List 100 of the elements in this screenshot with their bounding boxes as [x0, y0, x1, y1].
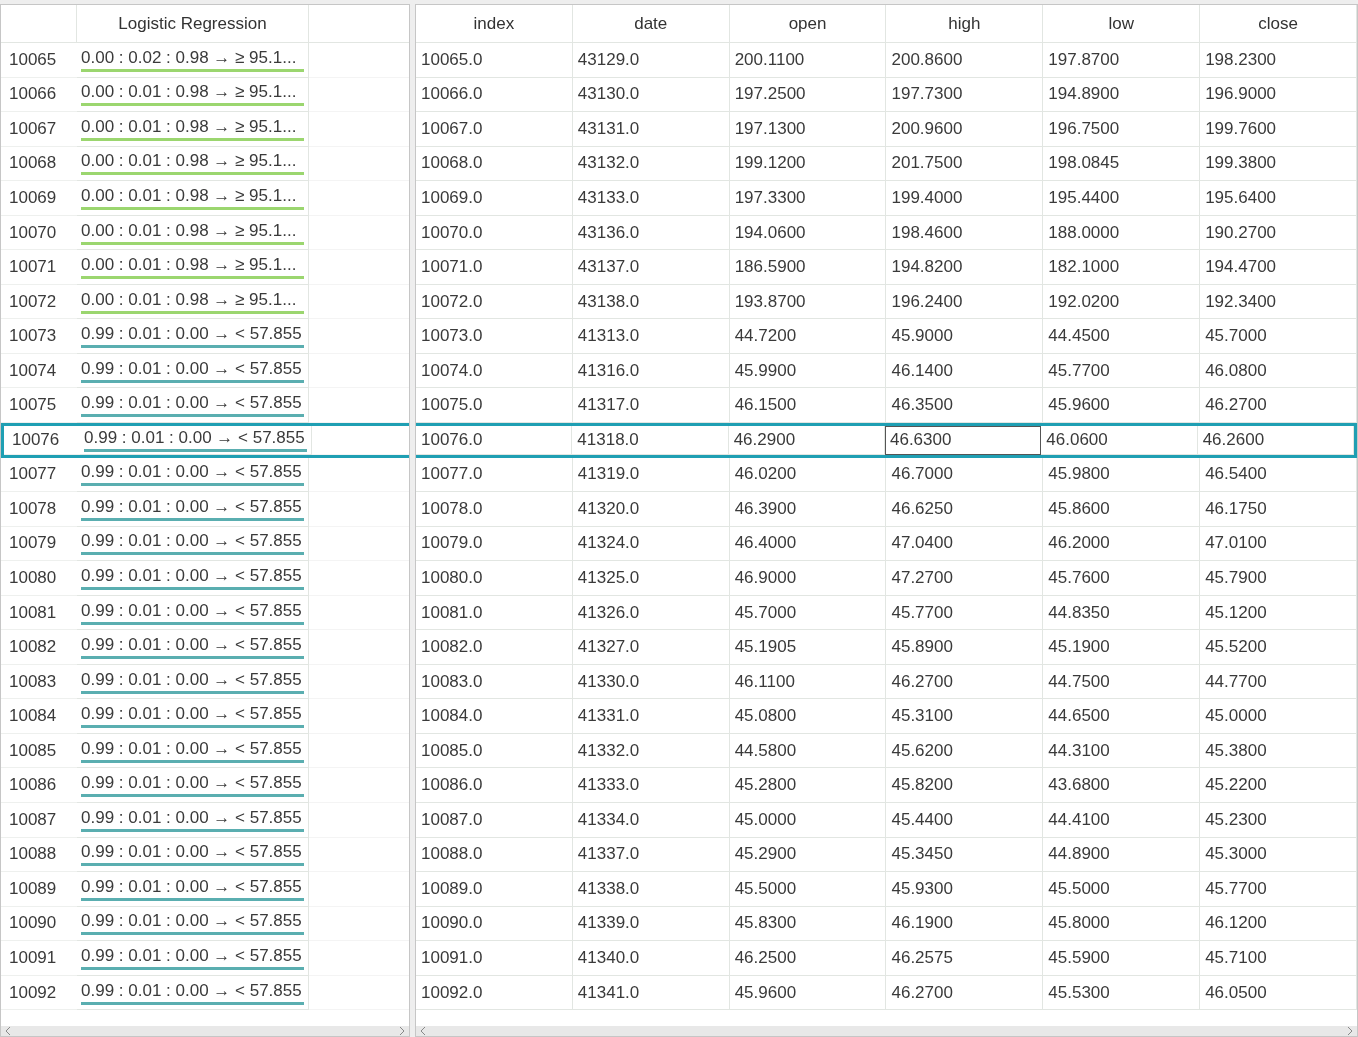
table-row[interactable]: 10076.0 41318.0 46.2900 46.6300 46.0600 46.2600: [416, 423, 1357, 458]
table-cell: 46.1100: [729, 664, 887, 700]
table-row[interactable]: 10067.0 43131.0 197.1300 200.9600 196.7500 199.7600: [416, 112, 1357, 147]
column-header[interactable]: close: [1200, 5, 1357, 43]
table-row[interactable]: 10066.0 43130.0 197.2500 197.7300 194.8900 196.9000: [416, 77, 1357, 113]
table-cell: 44.7700: [1200, 664, 1357, 700]
table-cell: 182.1000: [1043, 250, 1201, 285]
column-header[interactable]: index: [416, 5, 573, 43]
table-row[interactable]: 10073 0.99 : 0.01 : 0.00 → < 57.855: [1, 319, 409, 354]
table-row[interactable]: 10079.0 41324.0 46.4000 47.0400 46.2000 47.0100: [416, 526, 1357, 562]
table-row[interactable]: 10089 0.99 : 0.01 : 0.00 → < 57.855: [1, 872, 409, 907]
table-row[interactable]: 10084.0 41331.0 45.0800 45.3100 44.6500 45.0000: [416, 699, 1357, 734]
table-row[interactable]: 10067 0.00 : 0.01 : 0.98 → ≥ 95.1...: [1, 112, 409, 147]
table-row[interactable]: 10065.0 43129.0 200.1100 200.8600 197.8700 198.2300: [416, 43, 1357, 78]
table-row[interactable]: 10082.0 41327.0 45.1905 45.8900 45.1900 45.5200: [416, 630, 1357, 665]
table-row[interactable]: 10086.0 41333.0 45.2800 45.8200 43.6800 45.2200: [416, 768, 1357, 804]
table-row[interactable]: 10090 0.99 : 0.01 : 0.00 → < 57.855: [1, 906, 409, 942]
table-row[interactable]: 10070.0 43136.0 194.0600 198.4600 188.0000 190.2700: [416, 215, 1357, 251]
table-cell: 194.0600: [729, 215, 887, 251]
horizontal-scrollbar[interactable]: [1, 1026, 409, 1036]
prediction-text: 0.99 : 0.01 : 0.00 → < 57.855: [81, 496, 302, 517]
column-header[interactable]: high: [886, 5, 1044, 43]
table-row[interactable]: 10065 0.00 : 0.02 : 0.98 → ≥ 95.1...: [1, 43, 409, 78]
table-row[interactable]: 10077 0.99 : 0.01 : 0.00 → < 57.855: [1, 457, 409, 493]
table-cell: 45.7600: [1043, 561, 1201, 596]
table-row[interactable]: 10089.0 41338.0 45.5000 45.9300 45.5000 45.7700: [416, 872, 1357, 907]
table-cell: 192.0200: [1043, 284, 1201, 320]
table-row[interactable]: 10069 0.00 : 0.01 : 0.98 → ≥ 95.1...: [1, 181, 409, 216]
table-row[interactable]: 10080 0.99 : 0.01 : 0.00 → < 57.855: [1, 561, 409, 596]
table-row[interactable]: 10072.0 43138.0 193.8700 196.2400 192.0200 192.3400: [416, 284, 1357, 320]
table-row[interactable]: 10088.0 41337.0 45.2900 45.3450 44.8900 45.3000: [416, 837, 1357, 873]
table-cell: 46.1500: [729, 388, 887, 423]
table-row[interactable]: 10078 0.99 : 0.01 : 0.00 → < 57.855: [1, 492, 409, 527]
table-row[interactable]: 10071.0 43137.0 186.5900 194.8200 182.1000 194.4700: [416, 250, 1357, 285]
table-row[interactable]: 10085 0.99 : 0.01 : 0.00 → < 57.855: [1, 733, 409, 769]
table-cell: 41340.0: [572, 941, 730, 976]
table-row[interactable]: 10072 0.00 : 0.01 : 0.98 → ≥ 95.1...: [1, 284, 409, 320]
prediction-text: 0.99 : 0.01 : 0.00 → < 57.855: [81, 358, 302, 379]
prediction-text: 0.00 : 0.01 : 0.98 → ≥ 95.1...: [81, 289, 297, 310]
table-row[interactable]: 10068 0.00 : 0.01 : 0.98 → ≥ 95.1...: [1, 146, 409, 182]
table-row[interactable]: 10078.0 41320.0 46.3900 46.6250 45.8600 46.1750: [416, 492, 1357, 527]
table-cell: 188.0000: [1043, 215, 1201, 251]
table-row[interactable]: 10087 0.99 : 0.01 : 0.00 → < 57.855: [1, 803, 409, 838]
table-row[interactable]: 10077.0 41319.0 46.0200 46.7000 45.9800 46.5400: [416, 457, 1357, 493]
table-row[interactable]: 10091.0 41340.0 46.2500 46.2575 45.5900 45.7100: [416, 941, 1357, 976]
row-number: 10077: [1, 457, 77, 493]
table-row[interactable]: 10075 0.99 : 0.01 : 0.00 → < 57.855: [1, 388, 409, 423]
table-row[interactable]: 10073.0 41313.0 44.7200 45.9000 44.4500 45.7000: [416, 319, 1357, 354]
table-cell: 45.9600: [1043, 388, 1201, 423]
horizontal-scrollbar[interactable]: [416, 1026, 1357, 1036]
table-row[interactable]: 10087.0 41334.0 45.0000 45.4400 44.4100 45.2300: [416, 803, 1357, 838]
table-row[interactable]: 10068.0 43132.0 199.1200 201.7500 198.0845 199.3800: [416, 146, 1357, 182]
scroll-left-icon[interactable]: [420, 1027, 426, 1035]
table-cell: 197.8700: [1043, 43, 1201, 78]
table-cell: 197.1300: [729, 112, 887, 147]
row-number: 10089: [1, 872, 77, 907]
column-header[interactable]: open: [729, 5, 887, 43]
table-row[interactable]: 10080.0 41325.0 46.9000 47.2700 45.7600 45.7900: [416, 561, 1357, 596]
column-header[interactable]: low: [1043, 5, 1201, 43]
table-row[interactable]: 10085.0 41332.0 44.5800 45.6200 44.3100 45.3800: [416, 733, 1357, 769]
table-row[interactable]: 10092.0 41341.0 45.9600 46.2700 45.5300 46.0500: [416, 975, 1357, 1011]
table-row[interactable]: 10090.0 41339.0 45.8300 46.1900 45.8000 46.1200: [416, 906, 1357, 942]
table-cell: 10066.0: [416, 77, 573, 113]
table-row[interactable]: 10069.0 43133.0 197.3300 199.4000 195.4400 195.6400: [416, 181, 1357, 216]
table-row[interactable]: 10076 0.99 : 0.01 : 0.00 → < 57.855: [1, 423, 409, 458]
table-row[interactable]: 10075.0 41317.0 46.1500 46.3500 45.9600 46.2700: [416, 388, 1357, 423]
table-row[interactable]: 10086 0.99 : 0.01 : 0.00 → < 57.855: [1, 768, 409, 804]
table-row[interactable]: 10083.0 41330.0 46.1100 46.2700 44.7500 44.7700: [416, 664, 1357, 700]
table-cell: 41334.0: [572, 803, 730, 838]
table-cell: 43.6800: [1043, 768, 1201, 804]
table-row[interactable]: 10079 0.99 : 0.01 : 0.00 → < 57.855: [1, 526, 409, 562]
table-row[interactable]: 10074.0 41316.0 45.9900 46.1400 45.7700 46.0800: [416, 353, 1357, 389]
table-cell: 10090.0: [416, 906, 573, 942]
table-cell: 199.1200: [729, 146, 887, 182]
table-cell: 45.0800: [729, 699, 887, 734]
table-row[interactable]: 10083 0.99 : 0.01 : 0.00 → < 57.855: [1, 664, 409, 700]
column-header[interactable]: date: [572, 5, 730, 43]
table-row[interactable]: 10070 0.00 : 0.01 : 0.98 → ≥ 95.1...: [1, 215, 409, 251]
table-row[interactable]: 10071 0.00 : 0.01 : 0.98 → ≥ 95.1...: [1, 250, 409, 285]
table-row[interactable]: 10092 0.99 : 0.01 : 0.00 → < 57.855: [1, 975, 409, 1011]
scroll-right-icon[interactable]: [1347, 1027, 1353, 1035]
prediction-text: 0.99 : 0.01 : 0.00 → < 57.855: [81, 565, 302, 586]
table-row[interactable]: 10081 0.99 : 0.01 : 0.00 → < 57.855: [1, 595, 409, 631]
table-row[interactable]: 10091 0.99 : 0.01 : 0.00 → < 57.855: [1, 941, 409, 976]
table-cell: 45.5200: [1200, 630, 1357, 665]
table-row[interactable]: 10088 0.99 : 0.01 : 0.00 → < 57.855: [1, 837, 409, 873]
row-number: 10078: [1, 492, 77, 527]
table-cell: 47.0400: [886, 526, 1044, 562]
table-cell: 45.4400: [886, 803, 1044, 838]
table-cell: 43137.0: [572, 250, 730, 285]
table-row[interactable]: 10081.0 41326.0 45.7000 45.7700 44.8350 45.1200: [416, 595, 1357, 631]
table-cell: 45.7100: [1200, 941, 1357, 976]
table-row[interactable]: 10066 0.00 : 0.01 : 0.98 → ≥ 95.1...: [1, 77, 409, 113]
table-cell: 200.1100: [729, 43, 887, 78]
column-header[interactable]: Logistic Regression: [77, 5, 309, 43]
table-row[interactable]: 10084 0.99 : 0.01 : 0.00 → < 57.855: [1, 699, 409, 734]
scroll-right-icon[interactable]: [399, 1027, 405, 1035]
table-row[interactable]: 10082 0.99 : 0.01 : 0.00 → < 57.855: [1, 630, 409, 665]
table-row[interactable]: 10074 0.99 : 0.01 : 0.00 → < 57.855: [1, 353, 409, 389]
scroll-left-icon[interactable]: [5, 1027, 11, 1035]
